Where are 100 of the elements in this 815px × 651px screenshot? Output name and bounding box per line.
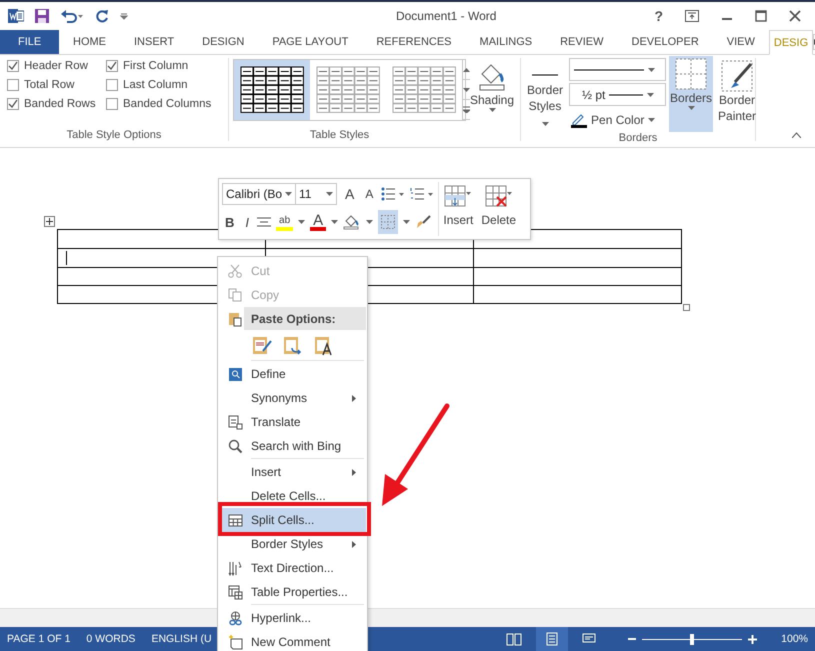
border-painter-button[interactable]: Border Painter [716,58,758,132]
pen-color-button[interactable]: Pen Color [569,108,666,132]
dropdown-arrow-icon[interactable] [285,192,292,196]
borders-button[interactable] [378,210,398,234]
book-search-icon [228,366,242,382]
redo-icon[interactable] [94,8,110,24]
borders-button[interactable]: Borders [669,56,714,132]
menu-item[interactable]: Delete Cells... [219,484,366,508]
table-move-handle-icon[interactable] [44,216,55,227]
checkbox[interactable] [106,79,118,91]
menu-item[interactable]: Text Direction... [219,556,366,580]
dropdown-arrow-icon[interactable] [648,68,656,72]
font-size-field[interactable]: 11 [295,183,337,205]
italic-button[interactable]: I [242,216,252,228]
shading-button[interactable]: Shading [466,58,518,129]
save-icon[interactable] [34,8,50,24]
checkbox[interactable] [7,79,19,91]
status-item[interactable]: 0 WORDS [86,633,136,645]
paintbrush-icon[interactable] [415,215,432,229]
line-weight-dropdown[interactable]: ½ pt [569,83,666,106]
dropdown-arrow-icon[interactable] [326,192,333,196]
status-item[interactable]: PAGE 1 OF 1 [7,633,70,645]
zoom-slider-thumb[interactable] [690,634,694,644]
table-insert-icon [444,185,472,207]
align-center-icon[interactable] [257,217,272,227]
table-style-thumbnail[interactable] [234,60,310,120]
menu-item[interactable]: Synonyms [219,386,366,410]
highlight-button[interactable]: ab [276,214,294,230]
table-style-checkbox[interactable]: Banded Rows [7,98,106,110]
menu-item[interactable]: Translate [219,410,366,434]
zoom-in-icon[interactable] [748,634,758,644]
numbered-list-icon[interactable] [410,187,434,201]
collapse-ribbon-icon[interactable] [792,132,801,138]
menu-item[interactable]: Define [219,362,366,386]
menu-item[interactable]: New Comment [219,630,366,651]
insert-button[interactable]: Insert [439,185,478,236]
table-cell[interactable] [474,268,682,286]
table-cell[interactable] [474,286,682,304]
shading-icon[interactable] [343,214,362,230]
table-style-checkbox[interactable]: Header Row [7,60,106,72]
dropdown-arrow-icon[interactable] [366,220,374,224]
maximize-icon[interactable] [755,10,767,22]
zoom-out-icon[interactable] [628,635,636,643]
line-style-dropdown[interactable] [569,58,666,81]
more-icon[interactable] [463,106,470,113]
menu-item[interactable]: Table Properties... [219,580,366,604]
font-color-button[interactable]: A [310,214,326,230]
print-layout-icon [544,632,560,646]
checkbox[interactable] [7,60,19,72]
ribbon-display-icon[interactable] [685,10,699,22]
grow-font-button[interactable]: A [342,188,358,200]
dropdown-arrow-icon[interactable] [403,220,410,224]
paste-merge-icon[interactable] [282,334,304,356]
delete-button[interactable]: Delete [477,185,520,236]
word-logo-icon [8,8,24,24]
borders-grid-icon [675,58,708,90]
shrink-font-button[interactable]: A [362,188,376,200]
menu-item[interactable]: Insert [219,460,366,484]
dropdown-arrow-icon[interactable] [647,92,654,96]
dropdown-arrow-icon[interactable] [331,220,338,224]
dropdown-arrow-icon[interactable] [688,106,695,110]
customize-toolbar-icon[interactable] [120,12,128,20]
dropdown-arrow-icon[interactable] [463,88,470,92]
globe-link-icon [228,610,242,626]
file-tab[interactable]: FILE [0,30,59,54]
copy-icon [228,288,242,302]
table-delete-icon [484,185,513,207]
bold-button[interactable]: B [222,216,238,228]
zoom-percent[interactable]: 100% [781,633,808,645]
table-style-checkbox[interactable]: Total Row [7,79,106,91]
help-button[interactable]: ? [654,8,663,24]
dropdown-arrow-icon[interactable] [648,118,656,122]
checkbox[interactable] [106,60,118,72]
submenu-arrow-icon [352,394,356,402]
bullet-list-icon[interactable] [381,187,406,201]
scroll-up-icon[interactable] [463,68,470,72]
menu-item[interactable]: Split Cells... [219,508,366,532]
border-styles-button[interactable]: Border Styles [524,58,566,132]
checkbox[interactable] [106,98,118,110]
submenu-arrow-icon [352,540,356,548]
close-icon[interactable] [789,10,801,22]
view-button[interactable] [536,627,568,651]
table-style-checkbox[interactable]: First Column [106,60,226,72]
dropdown-arrow-icon[interactable] [298,220,306,224]
menu-item[interactable]: Border Styles [219,532,366,556]
line-weight-icon [609,92,644,96]
menu-item[interactable]: Search with Bing [219,434,366,458]
dropdown-arrow-icon[interactable] [488,108,496,112]
status-item[interactable]: ENGLISH (U [151,633,212,645]
table-style-checkbox[interactable]: Banded Columns [106,98,226,110]
table-resize-handle-icon[interactable] [683,304,690,311]
dropdown-arrow-icon[interactable] [542,122,549,126]
table-style-checkbox[interactable]: Last Column [106,79,226,91]
undo-icon[interactable] [60,8,84,24]
table-cell[interactable] [474,249,682,268]
checkbox[interactable] [7,98,19,110]
menu-item[interactable]: Hyperlink... [219,606,366,630]
table-properties-icon [228,584,242,600]
font-name-field[interactable]: Calibri (Bo [222,183,296,205]
paste-formatting-icon[interactable] [251,334,273,356]
